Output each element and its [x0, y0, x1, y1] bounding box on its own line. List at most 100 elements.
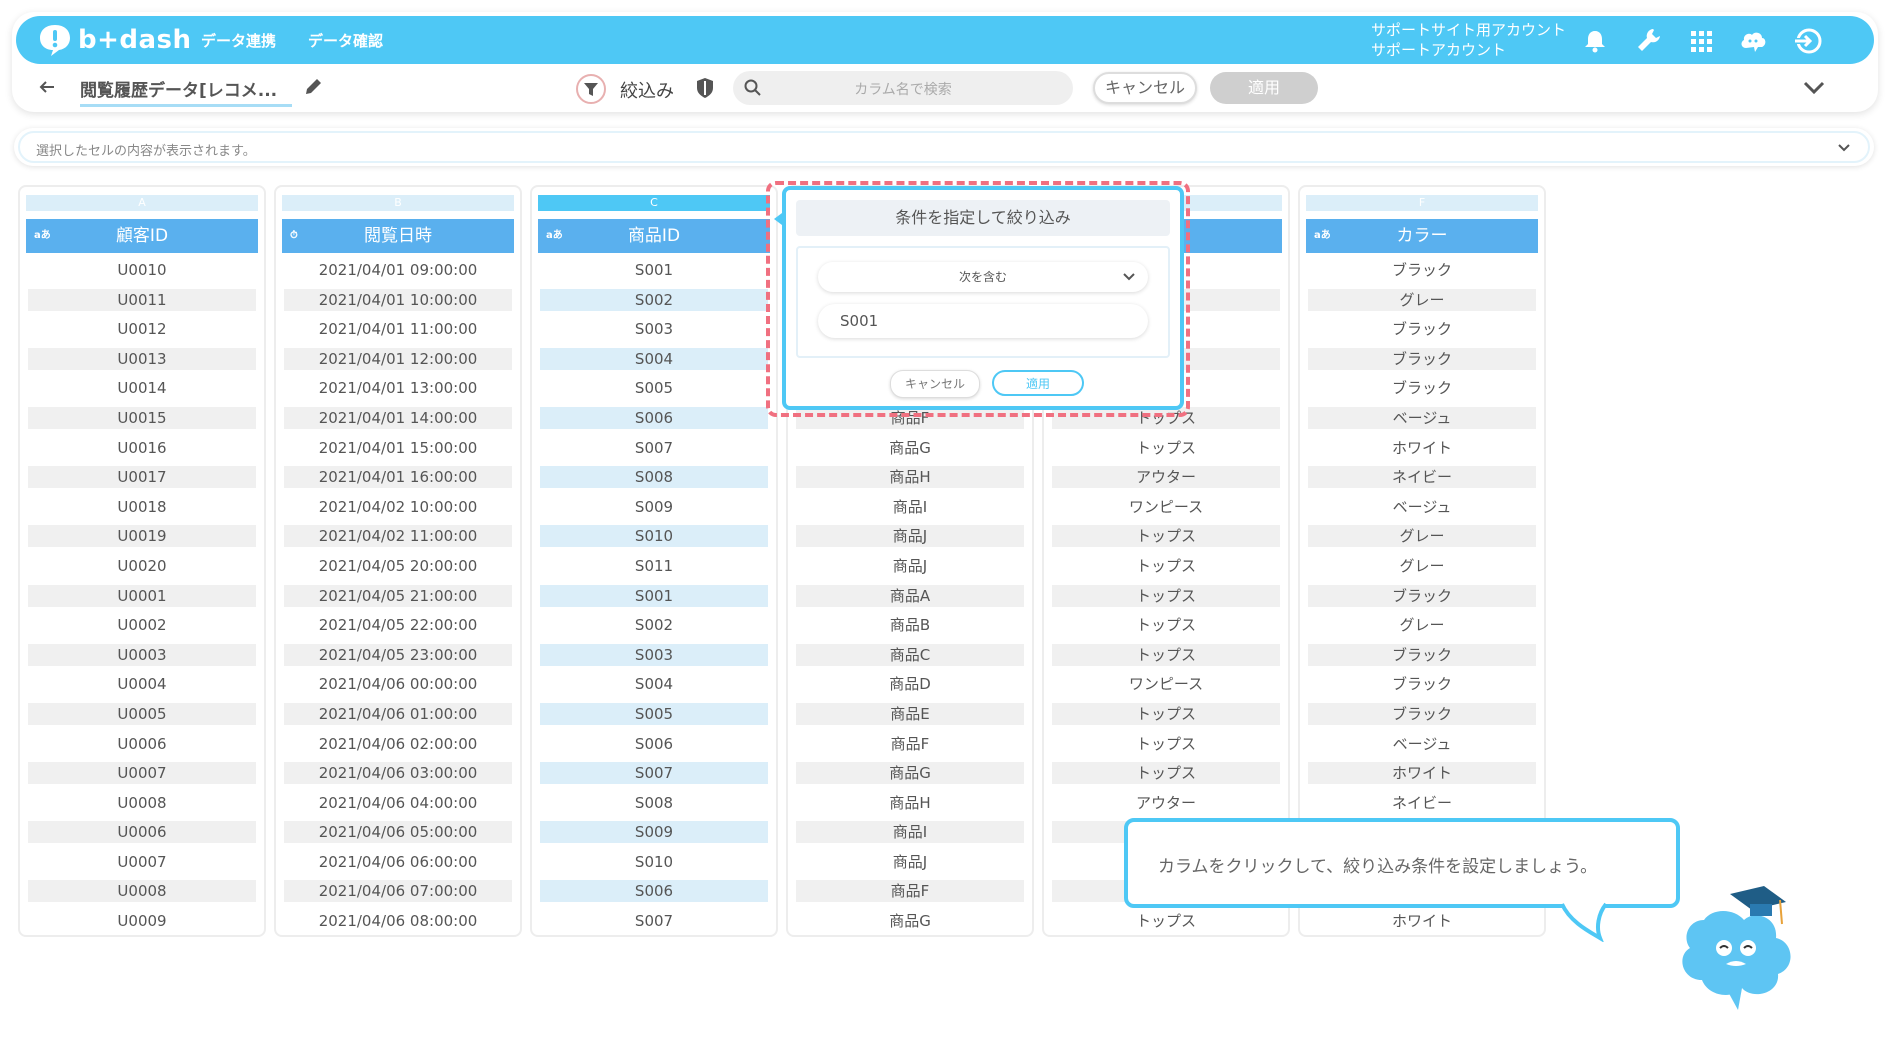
table-cell[interactable]: U0020: [28, 555, 256, 577]
table-cell[interactable]: S002: [540, 614, 768, 636]
table-cell[interactable]: 2021/04/01 10:00:00: [284, 288, 512, 311]
table-cell[interactable]: 2021/04/06 07:00:00: [284, 880, 512, 903]
table-cell[interactable]: U0002: [28, 614, 256, 636]
table-cell[interactable]: 商品G: [796, 910, 1024, 932]
table-cell[interactable]: ブラック: [1308, 318, 1536, 340]
table-cell[interactable]: U0006: [28, 733, 256, 755]
table-cell[interactable]: S002: [540, 288, 768, 311]
table-cell[interactable]: S003: [540, 643, 768, 666]
table-cell[interactable]: 2021/04/01 12:00:00: [284, 347, 512, 370]
table-cell[interactable]: ベージュ: [1308, 406, 1536, 429]
table-cell[interactable]: S007: [540, 762, 768, 785]
grid-icon[interactable]: [1686, 26, 1716, 56]
table-cell[interactable]: ブラック: [1308, 673, 1536, 695]
chevron-down-icon[interactable]: [1802, 78, 1826, 98]
table-cell[interactable]: トップス: [1052, 733, 1280, 755]
table-cell[interactable]: ホワイト: [1308, 437, 1536, 459]
table-cell[interactable]: S009: [540, 821, 768, 844]
table-cell[interactable]: 2021/04/06 03:00:00: [284, 762, 512, 785]
table-cell[interactable]: S004: [540, 673, 768, 695]
table-cell[interactable]: 商品I: [796, 821, 1024, 844]
column-header[interactable]: aあ 商品ID: [538, 219, 770, 253]
popup-apply-button[interactable]: 適用: [992, 370, 1084, 396]
cancel-button[interactable]: キャンセル: [1093, 72, 1197, 104]
table-cell[interactable]: U0007: [28, 762, 256, 785]
table-cell[interactable]: 2021/04/05 20:00:00: [284, 555, 512, 577]
nav-data-link[interactable]: データ連携: [201, 30, 276, 51]
table-cell[interactable]: S006: [540, 880, 768, 903]
table-cell[interactable]: 2021/04/02 11:00:00: [284, 525, 512, 548]
column-header[interactable]: ⏱ 閲覧日時: [282, 219, 514, 253]
table-cell[interactable]: 商品A: [796, 584, 1024, 607]
table-cell[interactable]: 商品H: [796, 792, 1024, 814]
table-cell[interactable]: U0010: [28, 259, 256, 281]
table-cell[interactable]: 2021/04/06 04:00:00: [284, 792, 512, 814]
apply-button[interactable]: 適用: [1210, 72, 1318, 104]
table-cell[interactable]: 2021/04/06 05:00:00: [284, 821, 512, 844]
table-cell[interactable]: 2021/04/06 02:00:00: [284, 733, 512, 755]
column-letter[interactable]: F: [1306, 195, 1538, 211]
search-input[interactable]: カラム名で検索: [733, 79, 1073, 99]
table-cell[interactable]: S010: [540, 525, 768, 548]
table-cell[interactable]: トップス: [1052, 643, 1280, 666]
table-cell[interactable]: ネイビー: [1308, 466, 1536, 489]
table-cell[interactable]: U0009: [28, 910, 256, 932]
table-cell[interactable]: U0008: [28, 880, 256, 903]
table-cell[interactable]: 2021/04/05 22:00:00: [284, 614, 512, 636]
table-cell[interactable]: 2021/04/01 16:00:00: [284, 466, 512, 489]
popup-cancel-button[interactable]: キャンセル: [890, 370, 980, 398]
table-cell[interactable]: トップス: [1052, 525, 1280, 548]
table-cell[interactable]: U0007: [28, 851, 256, 873]
table-cell[interactable]: U0014: [28, 377, 256, 399]
table-cell[interactable]: S006: [540, 733, 768, 755]
table-cell[interactable]: ブラック: [1308, 643, 1536, 666]
table-cell[interactable]: S007: [540, 910, 768, 932]
filter-value-input[interactable]: S001: [818, 304, 1148, 338]
table-cell[interactable]: U0006: [28, 821, 256, 844]
table-cell[interactable]: ホワイト: [1308, 762, 1536, 785]
table-cell[interactable]: トップス: [1052, 555, 1280, 577]
filter-icon[interactable]: [576, 74, 606, 104]
table-cell[interactable]: 商品G: [796, 437, 1024, 459]
table-cell[interactable]: グレー: [1308, 288, 1536, 311]
table-cell[interactable]: アウター: [1052, 792, 1280, 814]
filter-label[interactable]: 絞込み: [620, 77, 674, 103]
table-cell[interactable]: トップス: [1052, 702, 1280, 725]
table-cell[interactable]: 2021/04/01 15:00:00: [284, 437, 512, 459]
table-cell[interactable]: U0017: [28, 466, 256, 489]
table-cell[interactable]: U0001: [28, 584, 256, 607]
table-cell[interactable]: 2021/04/01 14:00:00: [284, 406, 512, 429]
table-cell[interactable]: 2021/04/02 10:00:00: [284, 496, 512, 518]
table-cell[interactable]: ブラック: [1308, 702, 1536, 725]
table-cell[interactable]: S003: [540, 318, 768, 340]
column-letter[interactable]: B: [282, 195, 514, 211]
table-cell[interactable]: U0003: [28, 643, 256, 666]
table-cell[interactable]: トップス: [1052, 614, 1280, 636]
table-cell[interactable]: 2021/04/05 21:00:00: [284, 584, 512, 607]
table-cell[interactable]: U0005: [28, 702, 256, 725]
chevron-down-icon[interactable]: [1836, 141, 1852, 155]
table-cell[interactable]: ベージュ: [1308, 733, 1536, 755]
table-cell[interactable]: グレー: [1308, 525, 1536, 548]
table-cell[interactable]: 2021/04/01 13:00:00: [284, 377, 512, 399]
table-cell[interactable]: S001: [540, 259, 768, 281]
table-cell[interactable]: U0012: [28, 318, 256, 340]
table-cell[interactable]: S006: [540, 406, 768, 429]
table-cell[interactable]: トップス: [1052, 762, 1280, 785]
table-cell[interactable]: U0018: [28, 496, 256, 518]
table-cell[interactable]: 商品I: [796, 496, 1024, 518]
pencil-icon[interactable]: [302, 76, 324, 98]
table-cell[interactable]: U0019: [28, 525, 256, 548]
table-cell[interactable]: 2021/04/01 11:00:00: [284, 318, 512, 340]
cloud-chat-icon[interactable]: [1738, 26, 1768, 56]
table-cell[interactable]: 商品G: [796, 762, 1024, 785]
column-header[interactable]: aあ 顧客ID: [26, 219, 258, 253]
table-cell[interactable]: S011: [540, 555, 768, 577]
table-cell[interactable]: S009: [540, 496, 768, 518]
table-cell[interactable]: 2021/04/06 00:00:00: [284, 673, 512, 695]
table-cell[interactable]: U0004: [28, 673, 256, 695]
nav-data-check[interactable]: データ確認: [308, 30, 383, 51]
table-cell[interactable]: 2021/04/01 09:00:00: [284, 259, 512, 281]
bell-icon[interactable]: [1580, 26, 1610, 56]
table-cell[interactable]: 商品J: [796, 525, 1024, 548]
